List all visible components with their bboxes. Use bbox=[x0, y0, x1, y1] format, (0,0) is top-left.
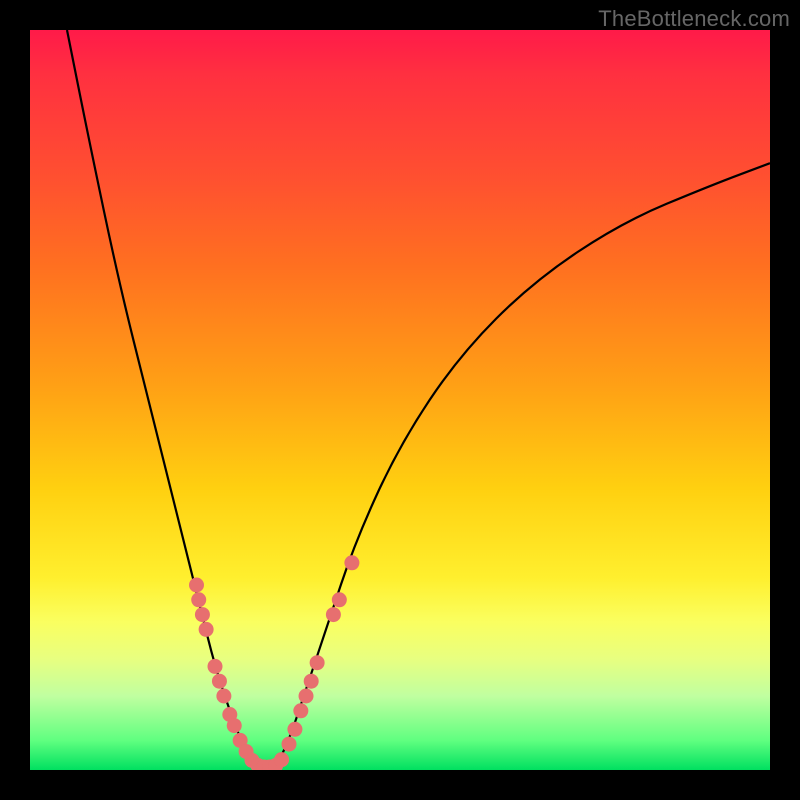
data-marker bbox=[299, 689, 314, 704]
data-marker bbox=[208, 659, 223, 674]
data-marker bbox=[304, 674, 319, 689]
data-marker bbox=[287, 722, 302, 737]
data-marker bbox=[191, 592, 206, 607]
data-marker bbox=[293, 703, 308, 718]
data-marker bbox=[216, 689, 231, 704]
data-marker bbox=[189, 578, 204, 593]
data-marker bbox=[227, 718, 242, 733]
marker-group bbox=[189, 555, 359, 770]
chart-plot-area bbox=[30, 30, 770, 770]
data-marker bbox=[199, 622, 214, 637]
watermark-text: TheBottleneck.com bbox=[598, 6, 790, 32]
data-marker bbox=[344, 555, 359, 570]
curve-right-branch bbox=[274, 163, 770, 770]
chart-svg bbox=[30, 30, 770, 770]
data-marker bbox=[326, 607, 341, 622]
data-marker bbox=[310, 655, 325, 670]
data-marker bbox=[212, 674, 227, 689]
data-marker bbox=[195, 607, 210, 622]
data-marker bbox=[332, 592, 347, 607]
curve-left-branch bbox=[67, 30, 259, 770]
data-marker bbox=[274, 752, 289, 767]
data-marker bbox=[282, 737, 297, 752]
